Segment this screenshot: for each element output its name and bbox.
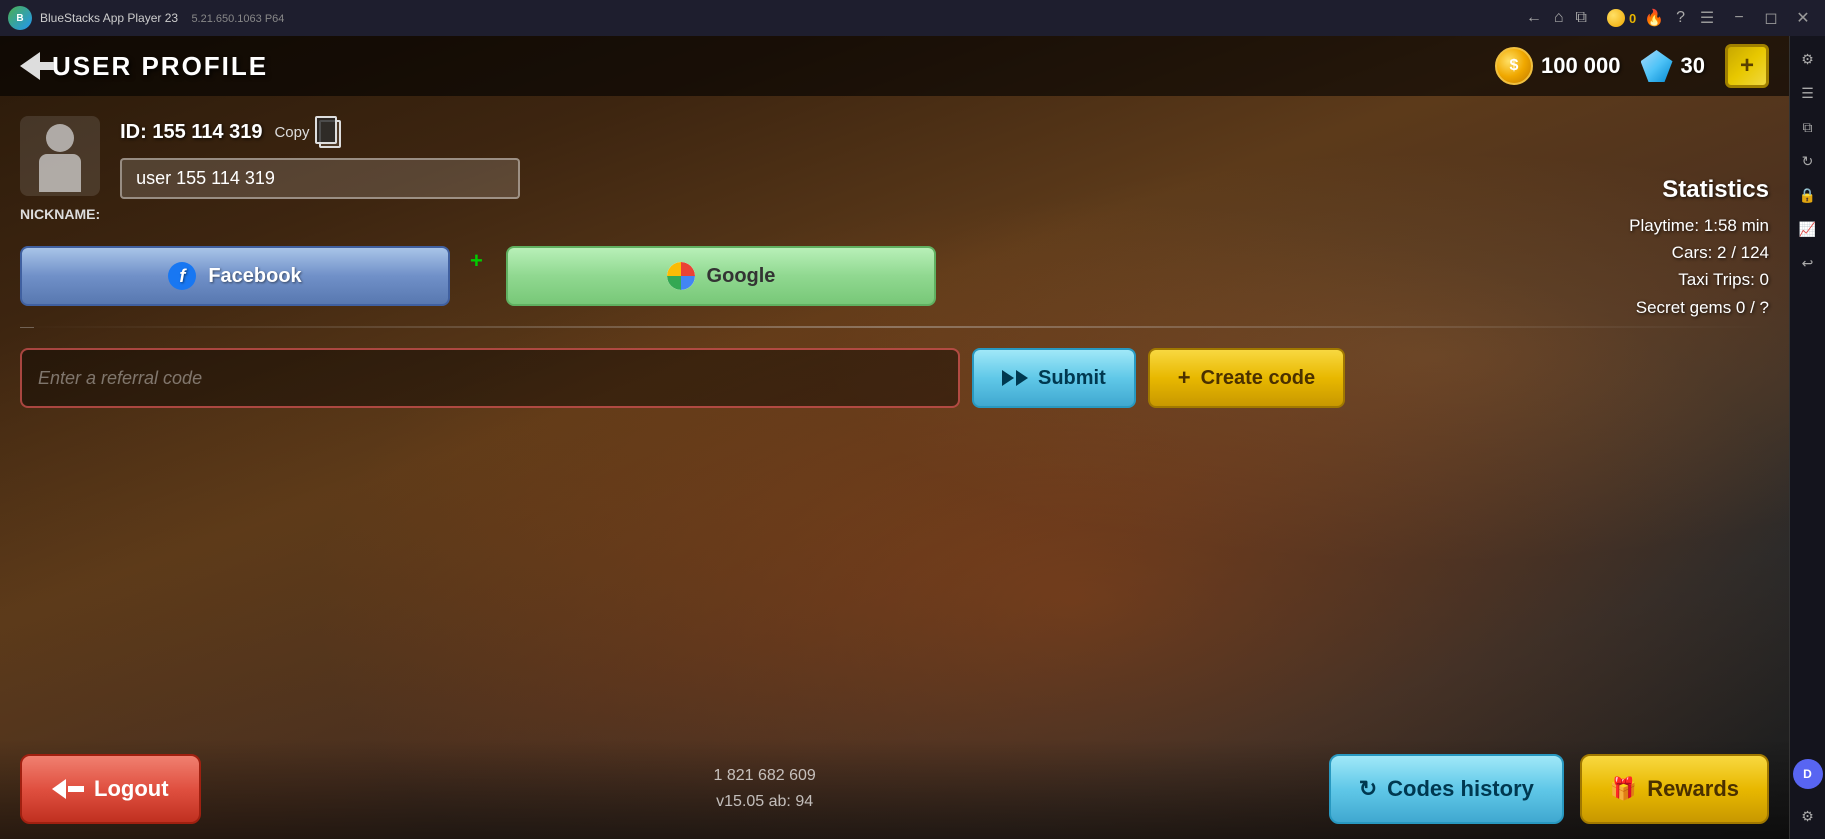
sidebar-icon-5[interactable]: 🔒 <box>1793 180 1823 210</box>
nickname-label: NICKNAME: <box>20 206 100 222</box>
avatar-section: NICKNAME: <box>20 116 100 222</box>
rewards-gift-icon: 🎁 <box>1610 776 1637 802</box>
nickname-input[interactable] <box>120 158 520 199</box>
header-currency: $ 100 000 30 + <box>1495 44 1769 88</box>
social-buttons: f Facebook + Google <box>20 246 1769 306</box>
sidebar-icon-2[interactable]: ☰ <box>1793 78 1823 108</box>
sidebar-icon-1[interactable]: ⚙ <box>1793 44 1823 74</box>
restore-button[interactable]: ◻ <box>1757 4 1785 32</box>
google-logo-icon <box>667 262 695 290</box>
coin-icon: $ <box>1495 47 1533 85</box>
profile-content: NICKNAME: ID: 155 114 319 Copy Statistic… <box>0 96 1789 839</box>
stats-title: Statistics <box>1629 176 1769 204</box>
user-id: ID: 155 114 319 <box>120 121 262 144</box>
minimize-button[interactable]: − <box>1725 4 1753 32</box>
version-info: 1 821 682 609 v15.05 ab: 94 <box>217 763 1313 814</box>
avatar-silhouette <box>35 124 85 189</box>
bottom-section: Logout 1 821 682 609 v15.05 ab: 94 ↻ Cod… <box>0 739 1789 839</box>
page-title: USER PROFILE <box>52 51 268 82</box>
logout-arrow-icon <box>52 779 84 799</box>
referral-section: Submit + Create code <box>20 348 1769 408</box>
taxi-trips-stat: Taxi Trips: 0 <box>1629 266 1769 293</box>
game-area: USER PROFILE $ 100 000 30 + <box>0 36 1789 839</box>
create-code-plus-icon: + <box>1178 367 1191 389</box>
codes-history-icon: ↻ <box>1359 776 1377 802</box>
divider <box>20 326 1769 328</box>
statistics-section: Statistics Playtime: 1:58 min Cars: 2 / … <box>1629 176 1769 321</box>
bluestacks-logo: B <box>8 6 32 30</box>
cars-stat: Cars: 2 / 124 <box>1629 239 1769 266</box>
sidebar-settings-icon[interactable]: ⚙ <box>1793 801 1823 831</box>
close-button[interactable]: ✕ <box>1789 4 1817 32</box>
coin-amount: 100 000 <box>1541 53 1621 79</box>
topbar: B BlueStacks App Player 23 5.21.650.1063… <box>0 0 1825 36</box>
green-plus-icon: + <box>470 248 490 268</box>
logout-button[interactable]: Logout <box>20 754 201 824</box>
topbar-help-icon[interactable]: ? <box>1676 9 1685 27</box>
discord-icon[interactable]: D <box>1793 759 1823 789</box>
topbar-coin-display: 0 <box>1607 9 1636 27</box>
diamond-icon <box>1641 50 1673 82</box>
sidebar-icon-3[interactable]: ⧉ <box>1793 112 1823 142</box>
topbar-coin-icon <box>1607 9 1625 27</box>
topbar-controls: 0 🔥 ? ☰ − ◻ ✕ <box>1607 4 1817 32</box>
avatar <box>20 116 100 196</box>
diamond-amount: 30 <box>1681 53 1705 79</box>
submit-button[interactable]: Submit <box>972 348 1136 408</box>
facebook-button[interactable]: f Facebook <box>20 246 450 306</box>
id-nickname-section: ID: 155 114 319 Copy <box>120 116 1769 199</box>
diamond-display: 30 <box>1641 50 1705 82</box>
add-currency-button[interactable]: + <box>1725 44 1769 88</box>
back-button[interactable] <box>20 52 40 80</box>
codes-history-button[interactable]: ↻ Codes history <box>1329 754 1564 824</box>
topbar-flame-icon: 🔥 <box>1644 8 1664 28</box>
menu-icon[interactable]: ☰ <box>1693 4 1721 32</box>
game-header: USER PROFILE $ 100 000 30 + <box>0 36 1789 96</box>
create-code-button[interactable]: + Create code <box>1148 348 1345 408</box>
avatar-head <box>46 124 74 152</box>
profile-top: NICKNAME: ID: 155 114 319 Copy <box>20 116 1769 222</box>
rewards-button[interactable]: 🎁 Rewards <box>1580 754 1769 824</box>
facebook-logo-icon: f <box>168 262 196 290</box>
google-button[interactable]: Google <box>506 246 936 306</box>
app-title: BlueStacks App Player 23 5.21.650.1063 P… <box>40 11 1514 25</box>
sidebar-icon-4[interactable]: ↻ <box>1793 146 1823 176</box>
submit-play-icon <box>1002 370 1028 386</box>
right-sidebar: ⚙ ☰ ⧉ ↻ 🔒 📈 ↩ D ⚙ <box>1789 36 1825 839</box>
coin-display: $ 100 000 <box>1495 47 1621 85</box>
avatar-body <box>39 154 81 192</box>
referral-code-input[interactable] <box>20 348 960 408</box>
topbar-nav: ← ⌂ ⧉ <box>1526 9 1587 27</box>
playtime-stat: Playtime: 1:58 min <box>1629 212 1769 239</box>
nav-home-icon[interactable]: ⌂ <box>1554 9 1564 27</box>
copy-icon <box>315 116 343 148</box>
secret-gems-stat: Secret gems 0 / ? <box>1629 294 1769 321</box>
nav-windows-icon[interactable]: ⧉ <box>1576 9 1587 27</box>
sidebar-icon-7[interactable]: ↩ <box>1793 248 1823 278</box>
nav-back-icon[interactable]: ← <box>1526 9 1542 27</box>
id-row: ID: 155 114 319 Copy <box>120 116 1769 148</box>
sidebar-icon-6[interactable]: 📈 <box>1793 214 1823 244</box>
copy-button[interactable]: Copy <box>274 116 343 148</box>
